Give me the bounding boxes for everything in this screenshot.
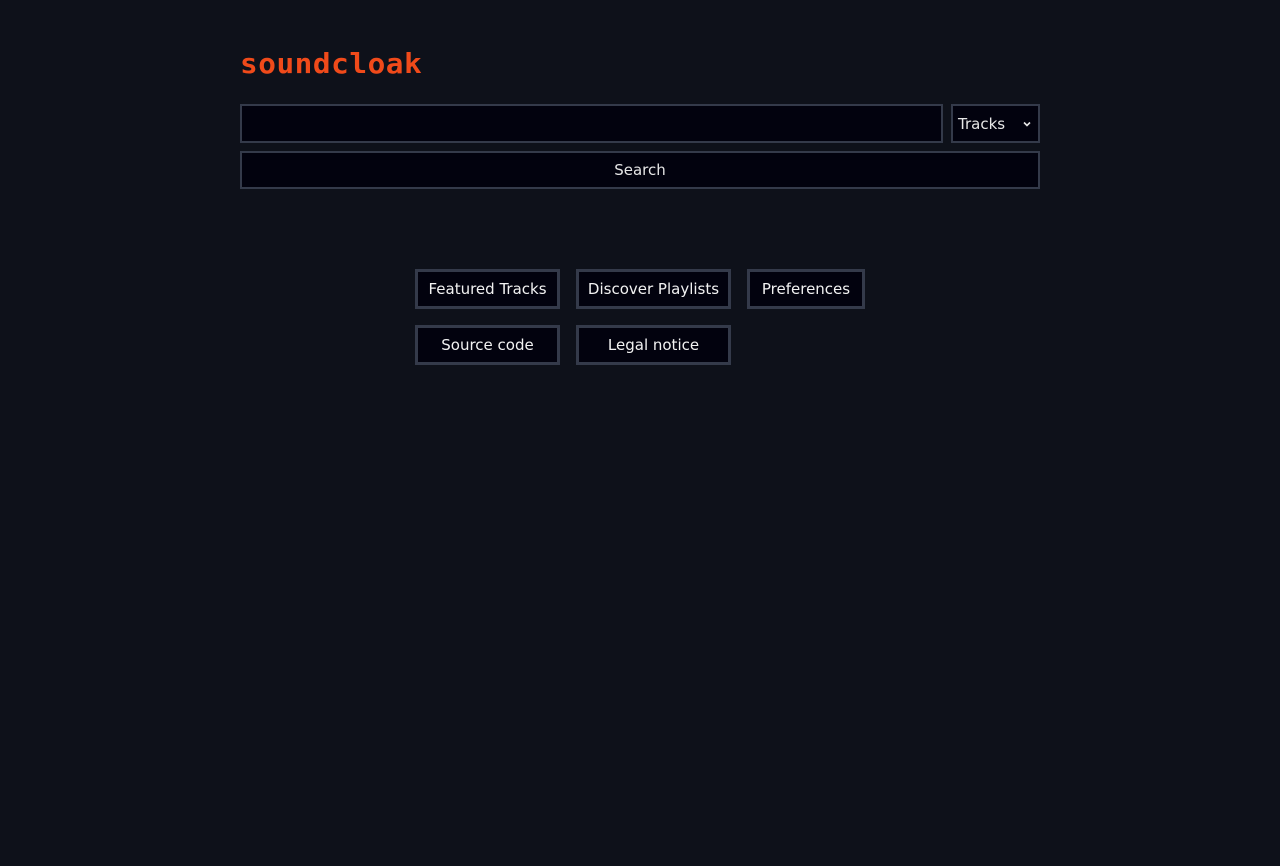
page: soundcloak Tracks Search Featured Tracks… [0,0,1280,866]
discover-playlists-button[interactable]: Discover Playlists [576,269,731,309]
chevron-down-icon [1023,121,1031,127]
legal-notice-button[interactable]: Legal notice [576,325,731,365]
preferences-button[interactable]: Preferences [747,269,865,309]
search-type-select[interactable]: Tracks [951,104,1040,143]
search-input[interactable] [240,104,943,143]
search-row: Tracks [240,104,1040,143]
search-type-selected: Tracks [958,114,1006,133]
featured-tracks-button[interactable]: Featured Tracks [415,269,560,309]
source-code-button[interactable]: Source code [415,325,560,365]
search-button[interactable]: Search [240,151,1040,189]
app-logo[interactable]: soundcloak [240,46,422,82]
